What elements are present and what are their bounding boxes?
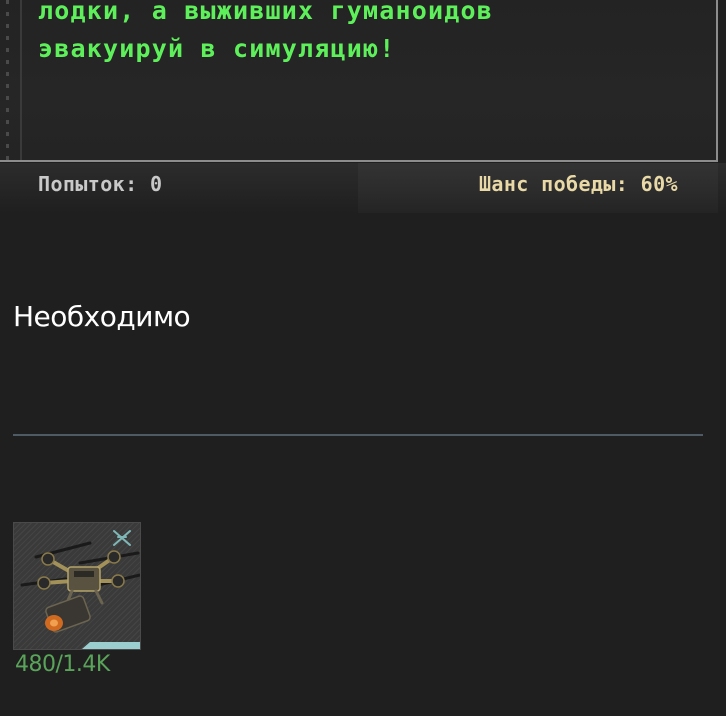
- mission-line-2: эвакуируй в симуляцию!: [38, 34, 396, 63]
- stats-bar: Попыток: 0 Шанс победы: 60%: [0, 163, 726, 213]
- mission-panel: лодки, а выживших гуманоидов эвакуируй в …: [0, 0, 718, 162]
- win-chance: Шанс победы: 60%: [478, 172, 678, 196]
- rarity-bar: [82, 642, 140, 649]
- divider: [13, 434, 703, 436]
- mission-line-1: лодки, а выживших гуманоидов: [38, 0, 494, 25]
- requirements-title: Необходимо: [13, 300, 191, 333]
- mission-panel-gutter: [0, 0, 22, 160]
- attempts-counter: Попыток: 0: [38, 172, 163, 196]
- gutter-ticks: [6, 0, 9, 160]
- item-type-icon: [113, 530, 131, 546]
- game-screen: лодки, а выживших гуманоидов эвакуируй в …: [0, 0, 726, 716]
- required-item-card[interactable]: [13, 522, 141, 650]
- drone-icon: [20, 530, 140, 633]
- required-item-count: 480/1.4K: [15, 652, 110, 677]
- mission-description: лодки, а выживших гуманоидов эвакуируй в …: [38, 0, 493, 68]
